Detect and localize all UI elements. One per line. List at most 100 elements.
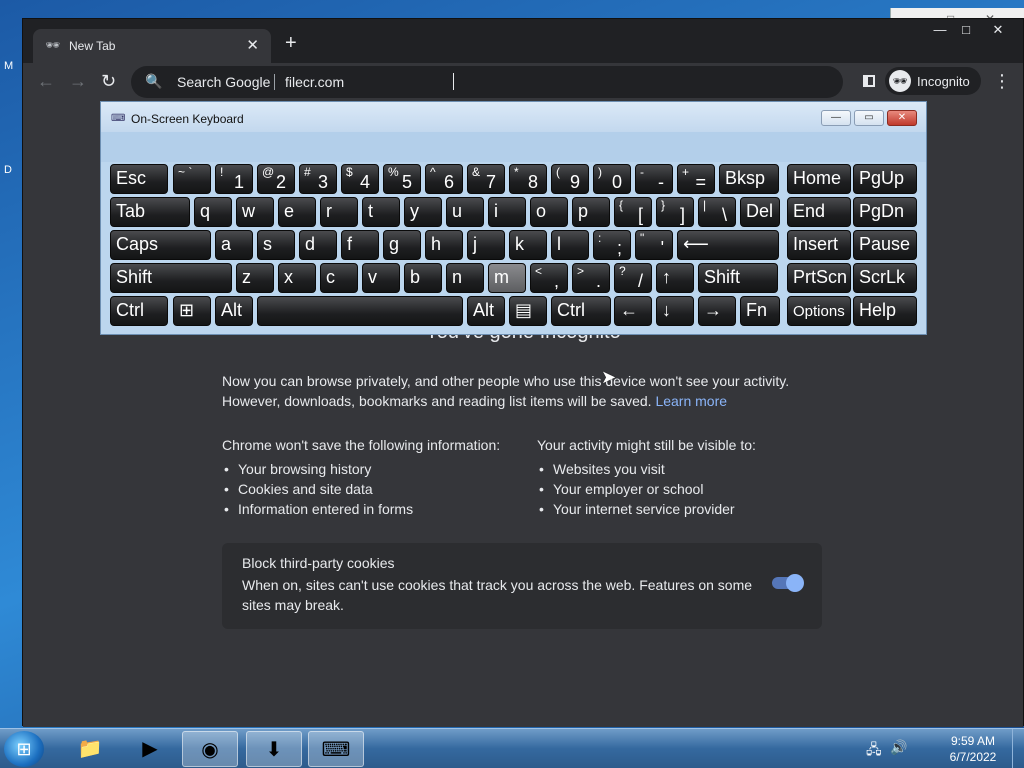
key-k8[interactable]: * 8 (509, 164, 547, 194)
key-a[interactable]: a (215, 230, 253, 260)
block-cookies-toggle[interactable] (772, 574, 804, 592)
maximize-button[interactable]: □ (951, 21, 981, 39)
key-pause[interactable]: Pause (853, 230, 917, 260)
desktop-icon-label[interactable]: M (4, 60, 13, 72)
key-s[interactable]: s (257, 230, 295, 260)
key-prtscn[interactable]: PrtScn (787, 263, 851, 293)
up-arrow-key[interactable]: ↑ (656, 263, 694, 293)
key-d[interactable]: d (299, 230, 337, 260)
key-del[interactable]: Del (740, 197, 780, 227)
key-home[interactable]: Home (787, 164, 851, 194)
key-rshift[interactable]: Shift (698, 263, 778, 293)
backspace-key[interactable]: Bksp (719, 164, 779, 194)
profile-button[interactable]: 🕶 Incognito (885, 67, 981, 95)
key-caps[interactable]: Caps (110, 230, 211, 260)
menu-key[interactable]: ▤ (509, 296, 547, 326)
chrome-icon[interactable]: ◉ (182, 731, 238, 767)
key-k1[interactable]: ! 1 (215, 164, 253, 194)
key-h[interactable]: h (425, 230, 463, 260)
osk-titlebar[interactable]: ⌨ On-Screen Keyboard — ▭ ✕ (101, 102, 926, 132)
key-k-slash[interactable]: ? / (614, 263, 652, 293)
right-arrow-key[interactable]: → (698, 296, 736, 326)
key-k5[interactable]: % 5 (383, 164, 421, 194)
key-m[interactable]: m (488, 263, 526, 293)
forward-button[interactable]: → (69, 69, 87, 93)
key-y[interactable]: y (404, 197, 442, 227)
key-t[interactable]: t (362, 197, 400, 227)
key-l[interactable]: l (551, 230, 589, 260)
key-x[interactable]: x (278, 263, 316, 293)
key-fn[interactable]: Fn (740, 296, 780, 326)
key-j[interactable]: j (467, 230, 505, 260)
desktop-icon-label[interactable]: D (4, 164, 12, 176)
key-v[interactable]: v (362, 263, 400, 293)
file-explorer-icon[interactable]: 📁 (62, 731, 118, 767)
esc-key[interactable]: Esc (110, 164, 168, 194)
key-k7[interactable]: & 7 (467, 164, 505, 194)
key-k-plus[interactable]: + = (677, 164, 715, 194)
show-desktop-button[interactable] (1012, 729, 1024, 768)
network-icon[interactable]: 🖧 (866, 739, 882, 763)
on-screen-keyboard-icon[interactable]: ⌨ (308, 731, 364, 767)
key-pgdn[interactable]: PgDn (853, 197, 917, 227)
volume-icon[interactable]: 🔊 (890, 739, 907, 756)
key-ralt[interactable]: Alt (467, 296, 505, 326)
down-arrow-key[interactable]: ↓ (656, 296, 694, 326)
key-c[interactable]: c (320, 263, 358, 293)
key-k-minus[interactable]: -- (635, 164, 673, 194)
key-b[interactable]: b (404, 263, 442, 293)
key-u[interactable]: u (446, 197, 484, 227)
key-e[interactable]: e (278, 197, 316, 227)
address-input[interactable]: filecr.com (285, 74, 344, 90)
clock[interactable]: 9:59 AM 6/7/2022 (940, 733, 1006, 765)
key-k2[interactable]: @2 (257, 164, 295, 194)
key-k-period[interactable]: >. (572, 263, 610, 293)
key-pgup[interactable]: PgUp (853, 164, 917, 194)
osk-close-button[interactable]: ✕ (887, 110, 917, 126)
key-insert[interactable]: Insert (787, 230, 851, 260)
key-k-tilde[interactable]: ~ ` (173, 164, 211, 194)
key-scrlk[interactable]: ScrLk (853, 263, 917, 293)
close-window-button[interactable]: ✕ (983, 21, 1013, 39)
key-k-comma[interactable]: <, (530, 263, 568, 293)
key-i[interactable]: i (488, 197, 526, 227)
reload-button[interactable]: ↻ (101, 69, 116, 93)
key-k6[interactable]: ^ 6 (425, 164, 463, 194)
left-arrow-key[interactable]: ← (614, 296, 652, 326)
learn-more-link[interactable]: Learn more (655, 393, 727, 409)
key-rctrl[interactable]: Ctrl (551, 296, 611, 326)
key-n[interactable]: n (446, 263, 484, 293)
key-k[interactable]: k (509, 230, 547, 260)
key-z[interactable]: z (236, 263, 274, 293)
media-player-icon[interactable]: ▶ (122, 731, 178, 767)
key-k-rbrack[interactable]: }] (656, 197, 694, 227)
key-w[interactable]: w (236, 197, 274, 227)
key-k-semi[interactable]: :; (593, 230, 631, 260)
key-k0[interactable]: ) 0 (593, 164, 631, 194)
key-k-quote[interactable]: " ' (635, 230, 673, 260)
side-panel-icon[interactable] (863, 75, 875, 87)
key-lctrl[interactable]: Ctrl (110, 296, 168, 326)
osk-restore-button[interactable]: ▭ (854, 110, 884, 126)
menu-kebab-icon[interactable]: ⋮ (993, 71, 1011, 91)
key-k9[interactable]: (9 (551, 164, 589, 194)
enter-key[interactable]: ⟵ (677, 230, 779, 260)
key-tab[interactable]: Tab (110, 197, 190, 227)
key-r[interactable]: r (320, 197, 358, 227)
key-lalt[interactable]: Alt (215, 296, 253, 326)
key-k3[interactable]: #3 (299, 164, 337, 194)
space-key[interactable] (257, 296, 463, 326)
key-k4[interactable]: $4 (341, 164, 379, 194)
tab-close-button[interactable]: ✕ (246, 36, 259, 54)
new-tab-button[interactable]: + (285, 33, 297, 53)
back-button[interactable]: ← (37, 69, 55, 93)
windows-start-icon[interactable]: ⊞ (4, 731, 44, 767)
windows-key[interactable]: ⊞ (173, 296, 211, 326)
osk-minimize-button[interactable]: — (821, 110, 851, 126)
key-end[interactable]: End (787, 197, 851, 227)
address-bar[interactable]: 🔍 Search Google filecr.com (131, 66, 843, 98)
key-k-bslash[interactable]: | \ (698, 197, 736, 227)
key-g[interactable]: g (383, 230, 421, 260)
key-options[interactable]: Options (787, 296, 851, 326)
download-manager-icon[interactable]: ⬇ (246, 731, 302, 767)
